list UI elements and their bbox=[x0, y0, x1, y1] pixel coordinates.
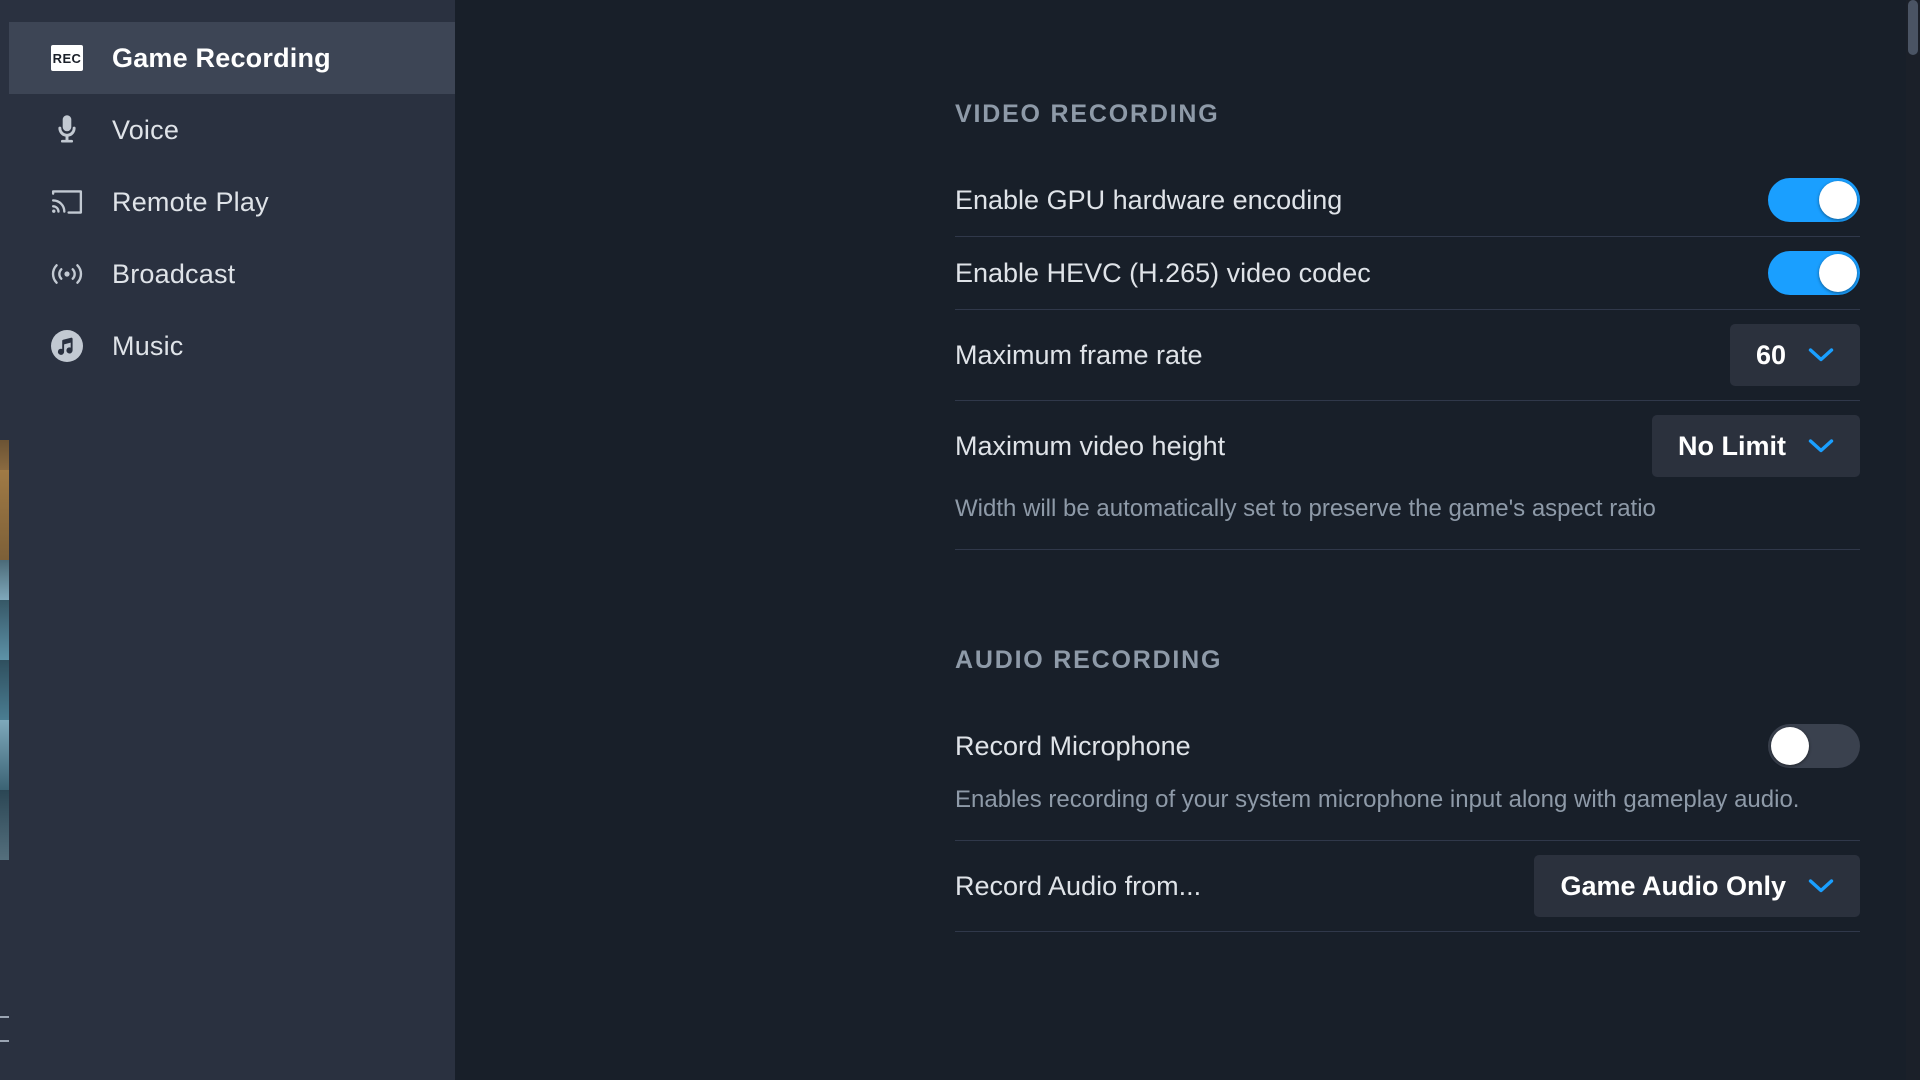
setting-label: Enable GPU hardware encoding bbox=[955, 184, 1343, 215]
background-sliver-tick bbox=[0, 1016, 9, 1018]
vertical-scrollbar-thumb[interactable] bbox=[1908, 0, 1918, 55]
setting-row-record-audio-from: Record Audio from... Game Audio Only bbox=[955, 841, 1860, 931]
section-heading-audio-recording: AUDIO RECORDING bbox=[955, 646, 1223, 674]
setting-row-maximum-frame-rate: Maximum frame rate 60 bbox=[955, 310, 1860, 400]
chevron-down-icon bbox=[1808, 348, 1834, 362]
music-note-icon bbox=[50, 329, 84, 363]
broadcast-signal-icon bbox=[50, 257, 84, 291]
setting-row-gpu-hardware-encoding: Enable GPU hardware encoding bbox=[955, 164, 1860, 236]
remote-play-cast-icon bbox=[50, 185, 84, 219]
gpu-hardware-encoding-toggle[interactable] bbox=[1768, 178, 1860, 222]
sidebar-item-game-recording[interactable]: REC Game Recording bbox=[0, 22, 455, 94]
record-audio-from-dropdown[interactable]: Game Audio Only bbox=[1534, 855, 1860, 917]
settings-main-panel: VIDEO RECORDING Enable GPU hardware enco… bbox=[455, 0, 1920, 1080]
row-divider bbox=[955, 549, 1860, 550]
section-heading-video-recording: VIDEO RECORDING bbox=[955, 100, 1220, 128]
dropdown-selected-value: 60 bbox=[1755, 339, 1786, 370]
sidebar-item-voice[interactable]: Voice bbox=[0, 94, 455, 166]
dropdown-selected-value: Game Audio Only bbox=[1560, 870, 1786, 901]
sidebar-item-label: Music bbox=[112, 330, 184, 361]
setting-label: Enable HEVC (H.265) video codec bbox=[955, 257, 1371, 288]
setting-description: Width will be automatically set to prese… bbox=[955, 495, 1656, 522]
vertical-scrollbar-track[interactable] bbox=[1906, 0, 1920, 1080]
setting-description: Enables recording of your system microph… bbox=[955, 786, 1800, 813]
chevron-down-icon bbox=[1808, 879, 1834, 893]
background-sliver-tick bbox=[0, 1040, 9, 1042]
record-microphone-toggle[interactable] bbox=[1768, 724, 1860, 768]
chevron-down-icon bbox=[1808, 439, 1834, 453]
sidebar-item-label: Remote Play bbox=[112, 186, 269, 217]
dropdown-selected-value: No Limit bbox=[1678, 430, 1786, 461]
row-divider bbox=[955, 931, 1860, 932]
sidebar-item-music[interactable]: Music bbox=[0, 310, 455, 382]
toggle-knob bbox=[1771, 727, 1809, 765]
setting-row-record-microphone: Record Microphone bbox=[955, 710, 1860, 782]
background-page-sliver bbox=[0, 0, 9, 1080]
setting-row-hevc-codec: Enable HEVC (H.265) video codec bbox=[955, 237, 1860, 309]
maximum-frame-rate-dropdown[interactable]: 60 bbox=[1729, 324, 1860, 386]
toggle-knob bbox=[1819, 181, 1857, 219]
setting-label: Maximum frame rate bbox=[955, 339, 1203, 370]
sidebar-item-label: Broadcast bbox=[112, 258, 236, 289]
rec-badge-icon: REC bbox=[50, 41, 84, 75]
settings-sidebar: REC Game Recording Voice Remote Play Bro… bbox=[0, 0, 455, 1080]
maximum-video-height-dropdown[interactable]: No Limit bbox=[1652, 415, 1860, 477]
sidebar-item-remote-play[interactable]: Remote Play bbox=[0, 166, 455, 238]
microphone-icon bbox=[50, 113, 84, 147]
settings-content: VIDEO RECORDING Enable GPU hardware enco… bbox=[455, 0, 1920, 932]
setting-label: Record Microphone bbox=[955, 730, 1191, 761]
setting-label: Maximum video height bbox=[955, 430, 1226, 461]
setting-label: Record Audio from... bbox=[955, 870, 1202, 901]
setting-row-maximum-video-height: Maximum video height No Limit bbox=[955, 401, 1860, 491]
steam-settings-window: REC Game Recording Voice Remote Play Bro… bbox=[0, 0, 1920, 1080]
sidebar-item-label: Game Recording bbox=[112, 42, 331, 73]
toggle-knob bbox=[1819, 254, 1857, 292]
sidebar-item-broadcast[interactable]: Broadcast bbox=[0, 238, 455, 310]
sidebar-item-label: Voice bbox=[112, 114, 180, 145]
hevc-codec-toggle[interactable] bbox=[1768, 251, 1860, 295]
